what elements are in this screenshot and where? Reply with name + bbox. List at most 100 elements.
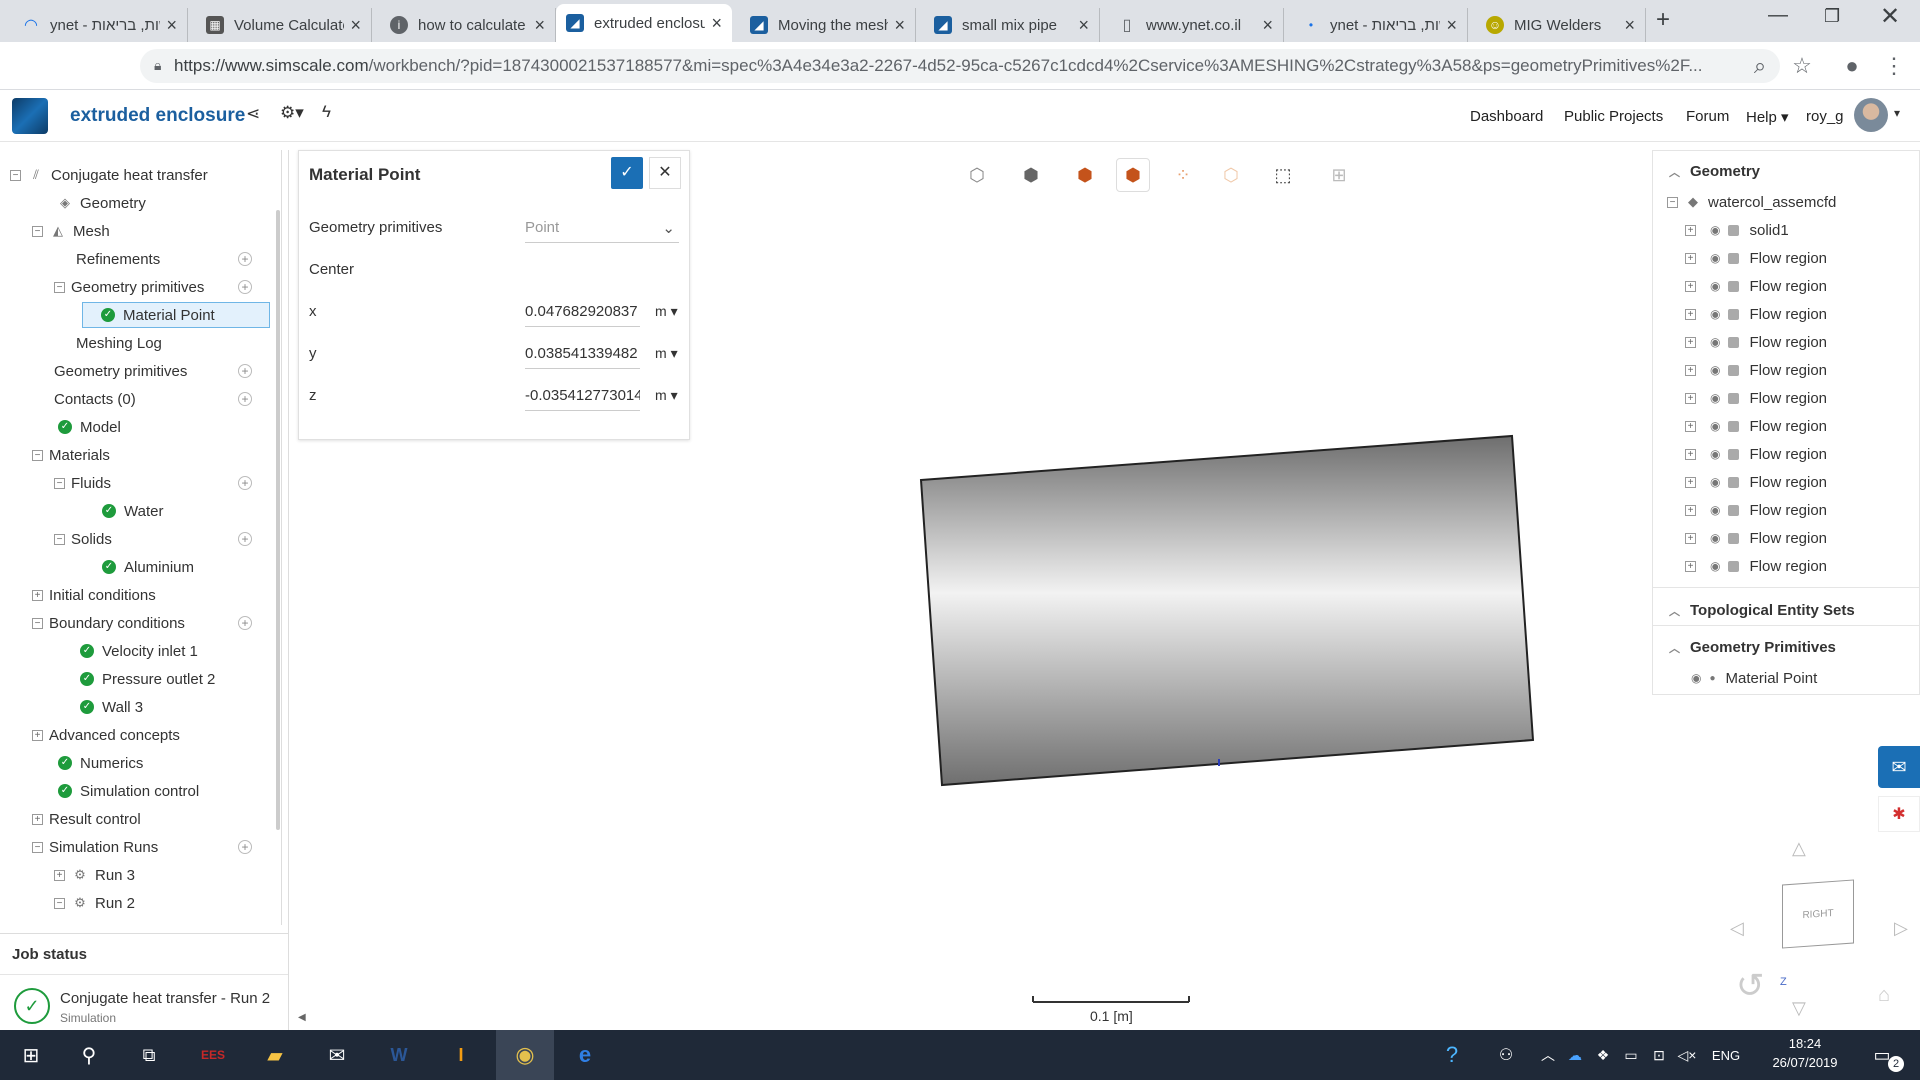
z-unit-select[interactable]: m ▾	[655, 387, 678, 404]
people-icon[interactable]: ⚇	[1490, 1030, 1522, 1080]
address-bar[interactable]: 🔒︎ https://www.simscale.com/workbench/?p…	[140, 49, 1780, 83]
solid-edges-view-icon[interactable]: ⬢	[1068, 158, 1102, 192]
tree-item-boundary-conditions[interactable]: − Boundary conditions +	[32, 612, 266, 634]
scene-item[interactable]: + ◉ Flow region	[1685, 471, 1827, 493]
add-icon[interactable]: +	[238, 840, 252, 854]
tree-item-conjugate-heat-transfer[interactable]: − ⫽ Conjugate heat transfer	[10, 164, 208, 186]
scene-item[interactable]: + ◉ Flow region	[1685, 275, 1827, 297]
collapse-icon[interactable]: −	[32, 225, 43, 237]
nav-dashboard[interactable]: Dashboard	[1470, 108, 1543, 125]
chevron-down-icon[interactable]: ▾	[1894, 106, 1900, 120]
search-icon[interactable]: ⚲	[66, 1030, 112, 1080]
eye-icon[interactable]: ◉	[1710, 391, 1720, 405]
tree-item-geometry[interactable]: ◈ Geometry	[56, 192, 146, 214]
battery-icon[interactable]: ▭	[1618, 1030, 1644, 1080]
onedrive-icon[interactable]: ☁	[1562, 1030, 1588, 1080]
wireframe-view-icon[interactable]: ⬡	[960, 158, 994, 192]
tree-item-water[interactable]: ✓ Water	[102, 500, 163, 522]
browser-tab[interactable]: ▯ www.ynet.co.il ×	[1108, 8, 1284, 42]
scene-item[interactable]: + ◉ solid1	[1685, 219, 1789, 241]
y-unit-select[interactable]: m ▾	[655, 345, 678, 362]
geometry-header[interactable]: ︿ Geometry	[1669, 163, 1760, 180]
close-panel-button[interactable]: ✕	[649, 157, 681, 189]
add-icon[interactable]: +	[238, 392, 252, 406]
add-icon[interactable]: +	[238, 280, 252, 294]
mail-icon[interactable]: ✉	[314, 1030, 360, 1080]
expand-icon[interactable]: +	[1685, 224, 1696, 236]
close-tab-icon[interactable]: ×	[711, 13, 722, 34]
network-icon[interactable]: ⊡	[1646, 1030, 1672, 1080]
arrow-down-icon[interactable]: ▽	[1792, 998, 1806, 1019]
tree-item-run-2[interactable]: − ⚙ Run 2	[54, 892, 135, 914]
collapse-icon[interactable]: −	[1667, 196, 1678, 208]
share-icon[interactable]: ⋖	[246, 104, 260, 124]
add-icon[interactable]: +	[238, 364, 252, 378]
view-cube-navigator[interactable]: △ ◁ ▷ ▽ RIGHT Z ↺ ⌂	[1730, 838, 1910, 1018]
expand-icon[interactable]: +	[1685, 448, 1696, 460]
expand-icon[interactable]: +	[32, 589, 43, 601]
close-tab-icon[interactable]: ×	[894, 15, 905, 36]
box-select-icon[interactable]: ⬚	[1266, 158, 1300, 192]
collapse-icon[interactable]: −	[32, 449, 43, 461]
maximize-window-button[interactable]: ❐	[1824, 6, 1840, 27]
x-unit-select[interactable]: m ▾	[655, 303, 678, 320]
expand-icon[interactable]: +	[1685, 560, 1696, 572]
scene-item[interactable]: + ◉ Flow region	[1685, 331, 1827, 353]
eye-icon[interactable]: ◉	[1710, 559, 1720, 573]
minimize-window-button[interactable]: —	[1768, 4, 1788, 27]
scene-item[interactable]: + ◉ Flow region	[1685, 443, 1827, 465]
clock[interactable]: 18:24 26/07/2019	[1760, 1036, 1850, 1070]
expand-icon[interactable]: +	[1685, 308, 1696, 320]
primitive-item-material-point[interactable]: ◉ ● Material Point	[1683, 667, 1817, 689]
tree-item-numerics[interactable]: ✓ Numerics	[58, 752, 143, 774]
collapse-icon[interactable]: −	[54, 897, 65, 909]
section-view-icon[interactable]: ⊞	[1322, 158, 1356, 192]
edge-icon[interactable]: e	[562, 1030, 608, 1080]
arrow-left-icon[interactable]: ◁	[1730, 918, 1744, 939]
tree-item-initial-conditions[interactable]: + Initial conditions	[32, 584, 156, 606]
eye-icon[interactable]: ◉	[1710, 531, 1720, 545]
file-explorer-icon[interactable]: ▰	[252, 1030, 298, 1080]
ees-app-icon[interactable]: EES	[190, 1030, 236, 1080]
tree-item-materials[interactable]: − Materials	[32, 444, 110, 466]
collapse-panel-icon[interactable]: ◀	[298, 1012, 306, 1023]
tree-item-result-control[interactable]: + Result control	[32, 808, 141, 830]
task-view-icon[interactable]: ⧉	[126, 1030, 172, 1080]
expand-icon[interactable]: +	[1685, 476, 1696, 488]
arrow-right-icon[interactable]: ▷	[1894, 918, 1908, 939]
tree-item-contacts[interactable]: Contacts (0) +	[54, 388, 266, 410]
view-cube-face[interactable]: RIGHT	[1782, 879, 1854, 949]
lightning-icon[interactable]: ϟ	[322, 102, 331, 122]
tree-root-watercol[interactable]: − ◆ watercol_assemcfd	[1667, 191, 1836, 213]
help-icon[interactable]: ?	[1432, 1030, 1472, 1080]
chat-button[interactable]: ✉	[1878, 746, 1920, 788]
scene-item[interactable]: + ◉ Flow region	[1685, 527, 1827, 549]
chrome-icon[interactable]: ◉	[496, 1030, 554, 1080]
scene-item[interactable]: + ◉ Flow region	[1685, 247, 1827, 269]
z-input[interactable]: -0.035412773014	[525, 387, 640, 411]
tree-scrollbar[interactable]	[276, 210, 280, 830]
menu-dots-icon[interactable]: ⋮	[1880, 52, 1908, 80]
arrow-up-icon[interactable]: △	[1792, 838, 1806, 859]
eye-icon[interactable]: ◉	[1710, 251, 1720, 265]
expand-icon[interactable]: +	[1685, 336, 1696, 348]
close-tab-icon[interactable]: ×	[1262, 15, 1273, 36]
scene-item[interactable]: + ◉ Flow region	[1685, 359, 1827, 381]
add-icon[interactable]: +	[238, 616, 252, 630]
eye-icon[interactable]: ◉	[1710, 503, 1720, 517]
collapse-icon[interactable]: −	[32, 617, 43, 629]
settings-gear-icon[interactable]: ⚙▾	[280, 103, 304, 123]
tree-item-velocity-inlet[interactable]: ✓ Velocity inlet 1	[80, 640, 198, 662]
collapse-icon[interactable]: −	[54, 281, 65, 293]
add-icon[interactable]: +	[238, 532, 252, 546]
word-icon[interactable]: W	[376, 1030, 422, 1080]
nav-public-projects[interactable]: Public Projects	[1564, 108, 1663, 125]
browser-tab[interactable]: ◢ Moving the mesh ×	[740, 8, 916, 42]
collapse-icon[interactable]: −	[54, 533, 65, 545]
tree-item-pressure-outlet[interactable]: ✓ Pressure outlet 2	[80, 668, 215, 690]
topological-entity-sets-header[interactable]: ︿ Topological Entity Sets	[1669, 602, 1855, 619]
avatar[interactable]	[1854, 98, 1888, 132]
expand-icon[interactable]: +	[1685, 392, 1696, 404]
eye-icon[interactable]: ◉	[1710, 363, 1720, 377]
close-tab-icon[interactable]: ×	[350, 15, 361, 36]
